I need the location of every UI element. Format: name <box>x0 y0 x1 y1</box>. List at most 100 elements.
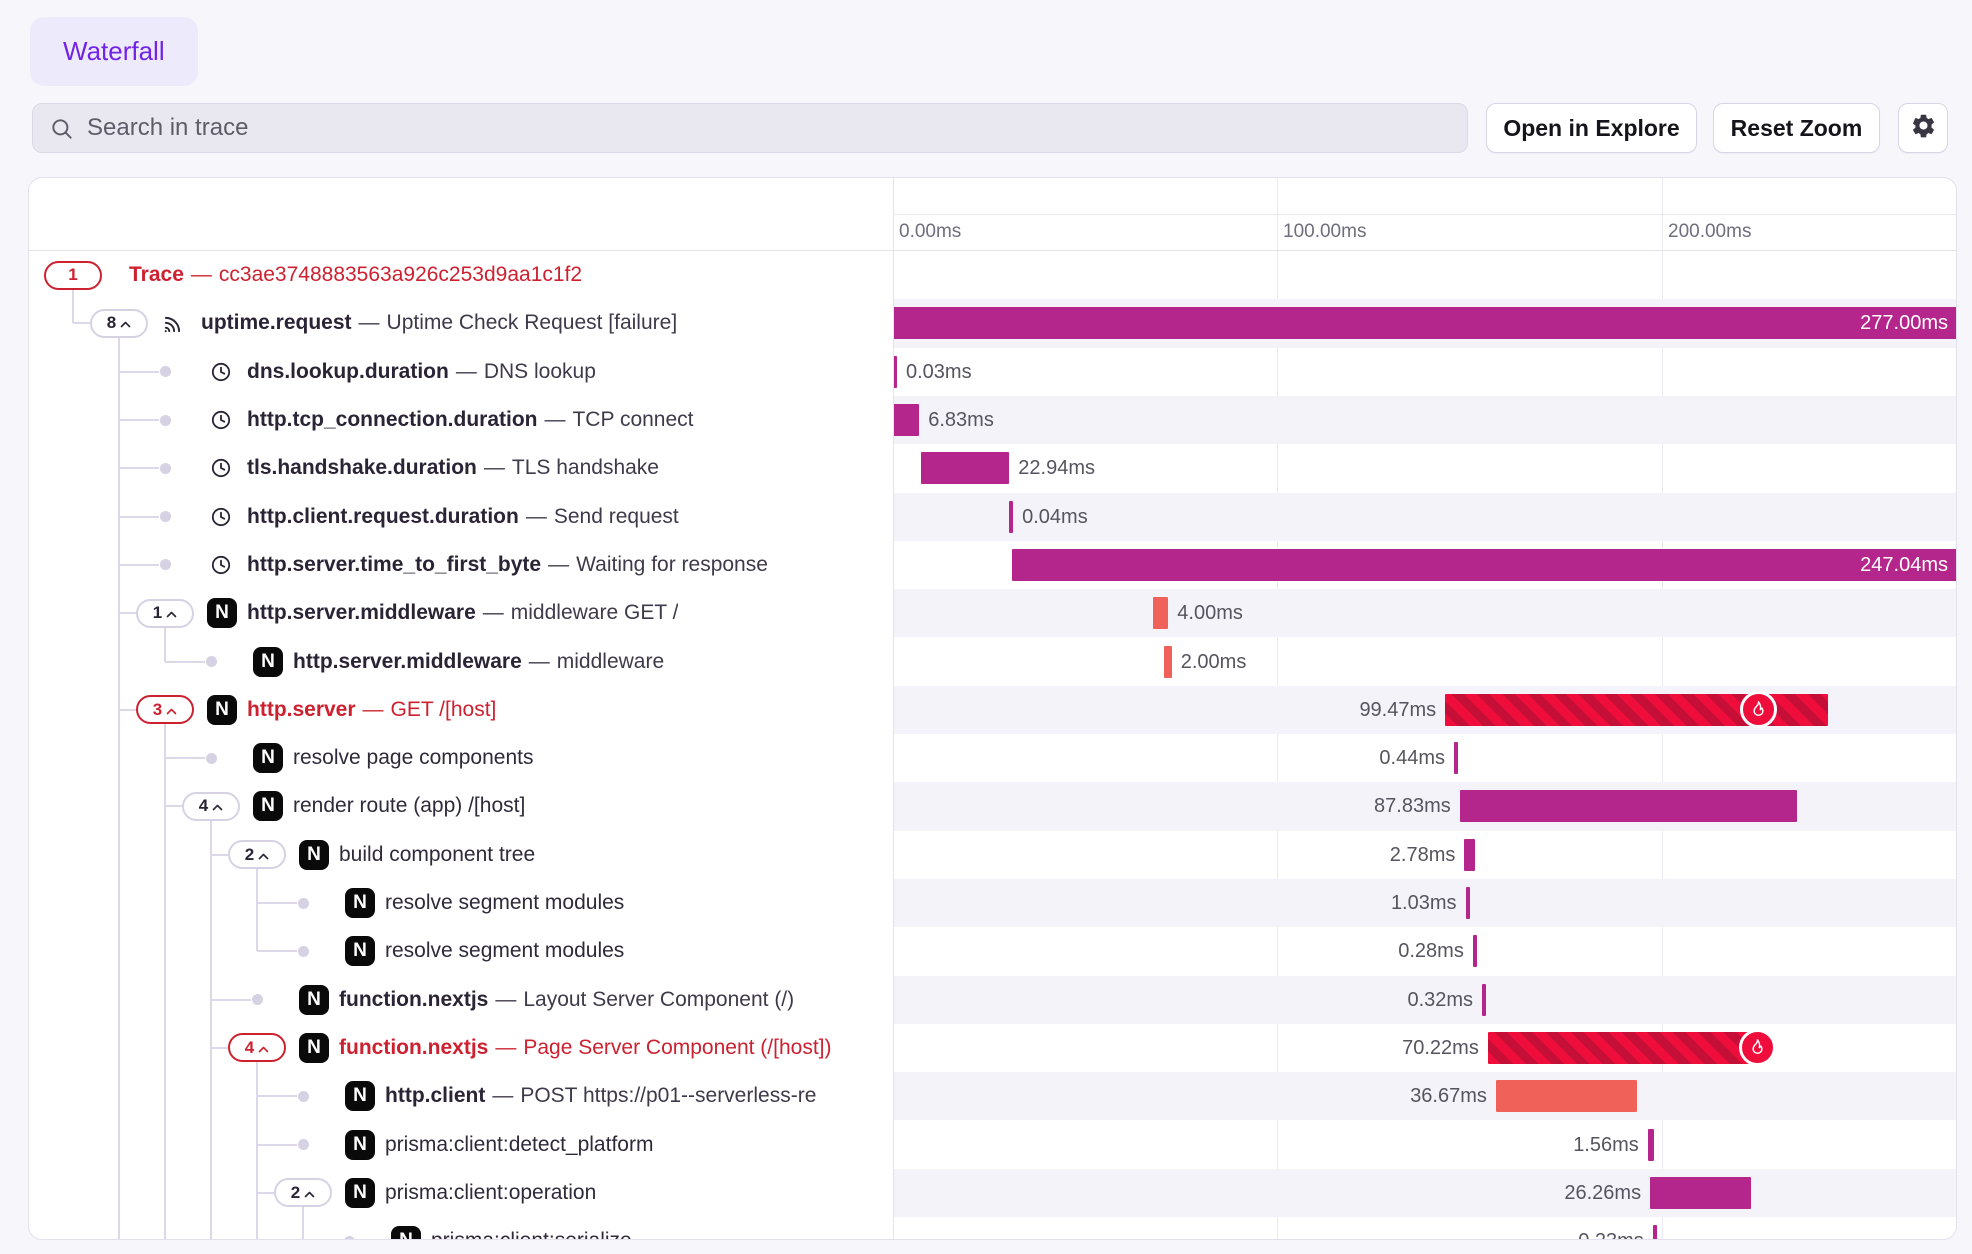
span-bar[interactable] <box>1488 1032 1758 1064</box>
span-op-name: Trace <box>129 263 184 286</box>
clock-icon <box>209 505 233 534</box>
trace-row[interactable]: Nhttp.server.middleware—middleware2.00ms <box>29 637 1957 685</box>
expand-collapse-badge[interactable]: 1 <box>136 599 194 628</box>
span-bar[interactable] <box>1496 1080 1637 1112</box>
span-description: function.nextjs—Page Server Component (/… <box>339 1033 832 1063</box>
trace-row[interactable]: http.tcp_connection.duration—TCP connect… <box>29 396 1957 444</box>
span-detail: middleware <box>557 650 664 673</box>
span-description: resolve page components <box>293 743 534 773</box>
separator: — <box>352 311 387 334</box>
separator: — <box>488 1036 523 1059</box>
span-detail: Waiting for response <box>576 553 768 576</box>
span-description: http.server—GET /[host] <box>247 695 496 725</box>
span-duration-label: 247.04ms <box>1860 549 1948 581</box>
trace-row[interactable]: Nhttp.client—POST https://p01--serverles… <box>29 1072 1957 1120</box>
chevron-up-icon <box>212 796 223 816</box>
tab-waterfall[interactable]: Waterfall <box>30 17 198 86</box>
span-bar[interactable] <box>1464 839 1475 871</box>
span-bar[interactable] <box>1012 549 1957 581</box>
expand-collapse-badge[interactable]: 2 <box>274 1178 332 1207</box>
trace-row[interactable]: 4Nfunction.nextjs—Page Server Component … <box>29 1024 1957 1072</box>
span-duration-label: 87.83ms <box>1374 790 1451 822</box>
trace-row[interactable]: 3Nhttp.server—GET /[host]99.47ms <box>29 686 1957 734</box>
tree-connector-line <box>257 902 297 904</box>
search-input[interactable] <box>33 104 1467 152</box>
reset-zoom-button[interactable]: Reset Zoom <box>1713 103 1880 153</box>
trace-row[interactable]: 4Nrender route (app) /[host]87.83ms <box>29 782 1957 830</box>
span-duration-label: 4.00ms <box>1177 597 1243 629</box>
expand-collapse-badge[interactable]: 4 <box>228 1033 286 1062</box>
trace-row[interactable]: Nresolve page components0.44ms <box>29 734 1957 782</box>
span-duration-label: 2.00ms <box>1181 646 1247 678</box>
trace-rows: 1 Trace — cc3ae3748883563a926c253d9aa1c1f2 8… <box>29 251 1957 1240</box>
trace-row[interactable]: tls.handshake.duration—TLS handshake22.9… <box>29 444 1957 492</box>
nextjs-icon: N <box>253 647 283 677</box>
trace-row[interactable]: 2Nprisma:client:operation26.26ms <box>29 1169 1957 1217</box>
tree-node-dot <box>160 463 171 474</box>
trace-row[interactable]: Nprisma:client:serialize0.23ms <box>29 1217 1957 1240</box>
tree-node-dot <box>252 994 263 1005</box>
span-op-name: resolve page components <box>293 746 534 769</box>
span-description: uptime.request—Uptime Check Request [fai… <box>201 308 677 338</box>
trace-row[interactable]: 1Nhttp.server.middleware—middleware GET … <box>29 589 1957 637</box>
span-bar[interactable] <box>1153 597 1168 629</box>
row-stripe <box>893 589 1957 637</box>
span-duration-label: 6.83ms <box>928 404 994 436</box>
span-bar[interactable] <box>1164 646 1172 678</box>
chevron-up-icon <box>166 603 177 623</box>
clock-icon <box>209 553 233 582</box>
settings-button[interactable] <box>1898 103 1948 153</box>
tree-connector-line <box>257 1144 297 1146</box>
nextjs-icon: N <box>253 743 283 773</box>
badge-count: 1 <box>68 265 77 285</box>
badge-count: 1 <box>153 603 162 623</box>
span-bar[interactable] <box>1466 887 1470 919</box>
span-op-name: uptime.request <box>201 311 352 334</box>
tree-connector-line <box>119 419 159 421</box>
separator: — <box>477 456 512 479</box>
expand-collapse-badge[interactable]: 3 <box>136 695 194 724</box>
trace-row[interactable]: http.server.time_to_first_byte—Waiting f… <box>29 541 1957 589</box>
expand-collapse-badge[interactable]: 1 <box>44 261 102 290</box>
span-bar[interactable] <box>893 307 1957 339</box>
span-bar[interactable] <box>1653 1225 1657 1240</box>
error-flame-icon[interactable] <box>1740 691 1777 728</box>
trace-row[interactable]: dns.lookup.duration—DNS lookup0.03ms <box>29 348 1957 396</box>
trace-row[interactable]: Nfunction.nextjs—Layout Server Component… <box>29 976 1957 1024</box>
trace-row[interactable]: Nprisma:client:detect_platform1.56ms <box>29 1120 1957 1168</box>
tree-trunk-line <box>164 627 166 661</box>
span-duration-label: 277.00ms <box>1860 307 1948 339</box>
span-bar[interactable] <box>1650 1177 1751 1209</box>
span-bar[interactable] <box>893 404 919 436</box>
trace-row[interactable]: Nresolve segment modules1.03ms <box>29 879 1957 927</box>
span-bar[interactable] <box>921 452 1009 484</box>
open-in-explore-button[interactable]: Open in Explore <box>1486 103 1697 153</box>
span-op-name: http.client <box>385 1084 485 1107</box>
span-detail: TLS handshake <box>512 456 659 479</box>
tree-connector-line <box>257 1095 297 1097</box>
span-bar[interactable] <box>1648 1129 1654 1161</box>
expand-collapse-badge[interactable]: 2 <box>228 840 286 869</box>
expand-collapse-badge[interactable]: 8 <box>90 309 148 338</box>
separator: — <box>519 505 554 528</box>
span-duration-label: 0.28ms <box>1398 935 1464 967</box>
span-bar[interactable] <box>1460 790 1798 822</box>
tree-timeline-divider[interactable] <box>893 178 894 1239</box>
span-bar[interactable] <box>1473 935 1477 967</box>
trace-row[interactable]: 2Nbuild component tree2.78ms <box>29 831 1957 879</box>
span-op-name: build component tree <box>339 843 535 866</box>
error-flame-icon[interactable] <box>1739 1029 1776 1066</box>
tree-trunk-line <box>302 1207 304 1240</box>
trace-row[interactable]: 1Trace—cc3ae3748883563a926c253d9aa1c1f2 <box>29 251 1957 299</box>
span-detail: DNS lookup <box>484 360 596 383</box>
expand-collapse-badge[interactable]: 4 <box>182 792 240 821</box>
trace-waterfall-panel: 0.00ms 100.00ms 200.00ms 1Trace—cc3ae374… <box>28 177 1957 1240</box>
trace-row[interactable]: Nresolve segment modules0.28ms <box>29 927 1957 975</box>
trace-row[interactable]: 8 uptime.request—Uptime Check Request [fa… <box>29 299 1957 347</box>
separator: — <box>476 601 511 624</box>
span-bar[interactable] <box>1009 501 1013 533</box>
span-bar[interactable] <box>1482 984 1486 1016</box>
trace-row[interactable]: http.client.request.duration—Send reques… <box>29 493 1957 541</box>
span-bar[interactable] <box>1454 742 1458 774</box>
span-detail: cc3ae3748883563a926c253d9aa1c1f2 <box>219 263 582 286</box>
